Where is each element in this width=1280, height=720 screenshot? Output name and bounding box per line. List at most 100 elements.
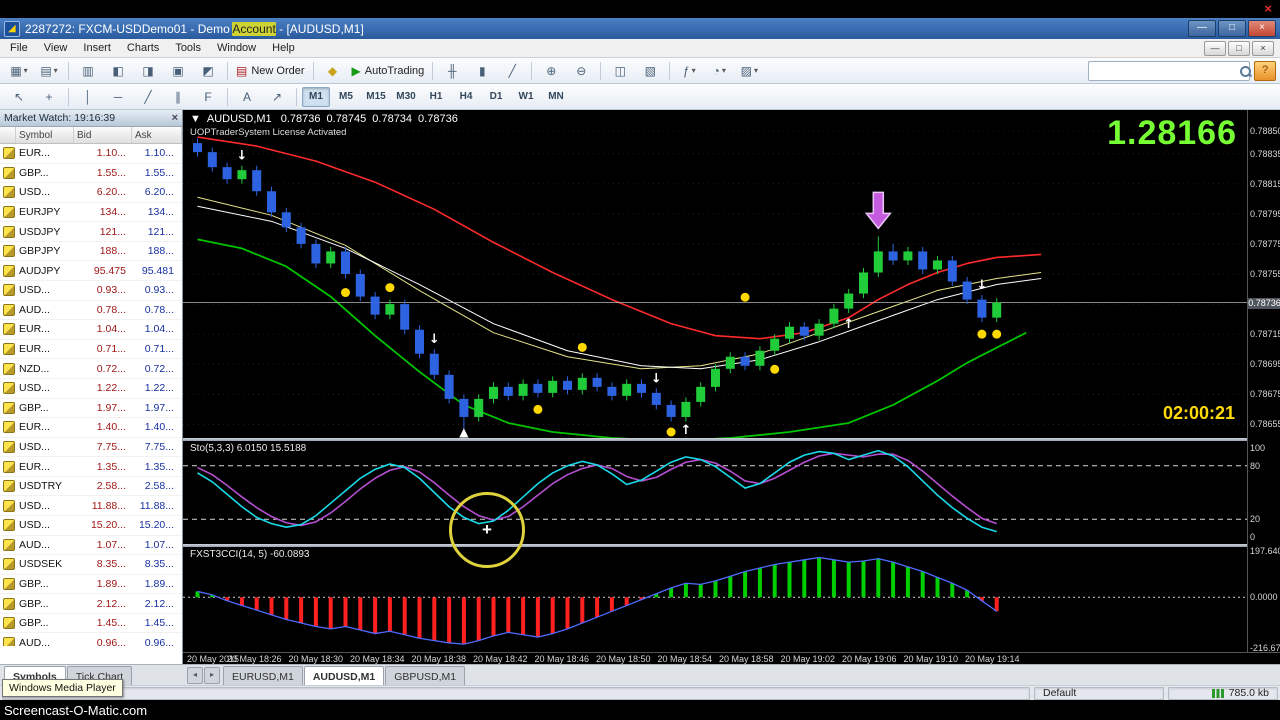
timeframe-w1[interactable]: W1 — [512, 87, 540, 107]
menu-window[interactable]: Window — [209, 40, 264, 56]
cascade-windows-button[interactable]: ▧ — [636, 60, 664, 82]
zoom-in-button[interactable]: ⊕ — [537, 60, 565, 82]
table-row[interactable]: GBP... 1.89... 1.89... — [0, 575, 182, 595]
timeframe-m1[interactable]: M1 — [302, 86, 330, 107]
time-axis-label: 20 May 18:30 — [288, 654, 344, 664]
table-row[interactable]: AUD... 0.96... 0.96... — [0, 633, 182, 646]
status-profile-segment[interactable]: Default — [1034, 686, 1164, 700]
timeframe-d1[interactable]: D1 — [482, 87, 510, 107]
child-minimize-button[interactable]: — — [1204, 40, 1226, 56]
timeframe-m30[interactable]: M30 — [392, 87, 420, 107]
time-axis[interactable]: 20 May 2015 20 May 18:26 20 May 18:30 20 Ma… — [183, 652, 1280, 664]
table-row[interactable]: USD... 0.93... 0.93... — [0, 281, 182, 301]
table-row[interactable]: EUR... 1.35... 1.35... — [0, 457, 182, 477]
menu-help[interactable]: Help — [264, 40, 303, 56]
crosshair-button[interactable]: + — [35, 86, 63, 108]
timeframe-h1[interactable]: H1 — [422, 87, 450, 107]
table-row[interactable]: USDTRY 2.58... 2.58... — [0, 477, 182, 497]
menu-view[interactable]: View — [36, 40, 76, 56]
table-row[interactable]: EURJPY 134... 134... — [0, 203, 182, 223]
table-row[interactable]: NZD... 0.72... 0.72... — [0, 359, 182, 379]
symbol-caret-icon[interactable]: ▼ — [190, 113, 201, 125]
menu-insert[interactable]: Insert — [75, 40, 119, 56]
navigator-button[interactable]: ◨ — [134, 60, 162, 82]
channel-tool-button[interactable]: ∥ — [164, 86, 192, 108]
table-row[interactable]: USDSEK 8.35... 8.35... — [0, 555, 182, 575]
table-row[interactable]: AUD... 0.78... 0.78... — [0, 301, 182, 321]
market-watch-toggle-button[interactable]: ▥ — [74, 60, 102, 82]
text-tool-button[interactable]: A — [233, 86, 261, 108]
table-row[interactable]: EUR... 1.10... 1.10... — [0, 144, 182, 164]
main-chart-pane[interactable]: ↓ ↓ ▲ ↓ ↑ ↑ ↓ ▼ AUDUSD,M1 0.78736 0.78745 0.78734… — [183, 110, 1247, 438]
zoom-out-button[interactable]: ⊖ — [567, 60, 595, 82]
close-button[interactable]: × — [1248, 20, 1276, 37]
cci-pane[interactable]: FXST3CCI(14, 5) -60.0893 — [183, 547, 1247, 652]
tile-windows-button[interactable]: ◫ — [606, 60, 634, 82]
table-row[interactable]: GBP... 1.55... 1.55... — [0, 164, 182, 184]
indicators-button[interactable]: ƒ ▾ — [675, 60, 703, 82]
trendline-tool-icon: ╱ — [144, 89, 152, 104]
autotrading-button[interactable]: ▶ AutoTrading — [349, 60, 428, 82]
timeframe-m5[interactable]: M5 — [332, 87, 360, 107]
trendline-tool-button[interactable]: ╱ — [134, 86, 162, 108]
fibonacci-tool-button[interactable]: F — [194, 86, 222, 108]
menu-tools[interactable]: Tools — [167, 40, 209, 56]
new-order-button[interactable]: ▤ New Order — [233, 60, 308, 82]
new-chart-button[interactable]: ▦ ▾ — [5, 60, 33, 82]
timeframe-mn[interactable]: MN — [542, 87, 570, 107]
search-icon[interactable] — [1239, 65, 1251, 78]
table-row[interactable]: AUDJPY 95.475 95.481 — [0, 261, 182, 282]
table-row[interactable]: GBP... 1.97... 1.97... — [0, 399, 182, 419]
search-input[interactable] — [1089, 64, 1239, 78]
chart-candles-button[interactable]: ▮ — [468, 60, 496, 82]
timeframe-m15[interactable]: M15 — [362, 87, 390, 107]
table-row[interactable]: AUD... 1.07... 1.07... — [0, 536, 182, 556]
ask-cell: 11.88... — [139, 499, 174, 512]
ask-cell: 95.481 — [141, 264, 174, 277]
table-row[interactable]: USD... 6.20... 6.20... — [0, 183, 182, 203]
tab-scroll-left[interactable]: ◂ — [187, 667, 203, 684]
menu-file[interactable]: File — [2, 40, 36, 56]
terminal-button[interactable]: ▣ — [164, 60, 192, 82]
cursor-button[interactable]: ↖ — [5, 86, 33, 108]
profiles-button[interactable]: ▤ ▾ — [35, 60, 63, 82]
periods-button[interactable]: ◔ ▾ — [705, 60, 733, 82]
chart-tab-gbpusd-m1[interactable]: GBPUSD,M1 — [385, 666, 466, 685]
timeframe-h4[interactable]: H4 — [452, 87, 480, 107]
vertical-line-tool-button[interactable]: │ — [74, 86, 102, 108]
stochastic-pane[interactable]: Sto(5,3,3) 6.0150 15.5188 — [183, 441, 1247, 544]
price-axis[interactable]: 0.78850 0.78835 0.78815 0.78795 0.78775 0.787… — [1247, 110, 1280, 664]
metaeditor-button[interactable]: ◆ — [319, 60, 347, 82]
table-row[interactable]: USD... 11.88... 11.88... — [0, 496, 182, 516]
data-window-button[interactable]: ◧ — [104, 60, 132, 82]
arrows-tool-button[interactable]: ↗ — [263, 86, 291, 108]
horizontal-line-tool-button[interactable]: ─ — [104, 86, 132, 108]
table-row[interactable]: EUR... 1.04... 1.04... — [0, 320, 182, 340]
symbol-icon — [3, 421, 15, 434]
strategy-tester-button[interactable]: ◩ — [194, 60, 222, 82]
table-row[interactable]: USD... 7.75... 7.75... — [0, 438, 182, 458]
chart-line-button[interactable]: ╱ — [498, 60, 526, 82]
table-row[interactable]: USDJPY 121... 121... — [0, 222, 182, 242]
minimize-button[interactable]: — — [1188, 20, 1216, 37]
chart-tab-audusd-m1[interactable]: AUDUSD,M1 — [303, 666, 385, 685]
table-row[interactable]: USD... 1.22... 1.22... — [0, 379, 182, 399]
recorder-close-icon[interactable]: × — [1264, 1, 1272, 16]
menu-charts[interactable]: Charts — [119, 40, 167, 56]
chart-bars-button[interactable]: ╫ — [438, 60, 466, 82]
market-watch-rows: EUR... 1.10... 1.10... GBP... 1.55... 1.55...… — [0, 144, 182, 646]
table-row[interactable]: GBPJPY 188... 188... — [0, 242, 182, 262]
table-row[interactable]: EUR... 0.71... 0.71... — [0, 340, 182, 360]
tab-scroll-right[interactable]: ▸ — [204, 667, 220, 684]
maximize-button[interactable]: □ — [1218, 20, 1246, 37]
table-row[interactable]: EUR... 1.40... 1.40... — [0, 418, 182, 438]
table-row[interactable]: USD... 15.20... 15.20... — [0, 516, 182, 536]
templates-button[interactable]: ▨ ▾ — [735, 60, 763, 82]
quick-help-button[interactable]: ? — [1254, 61, 1276, 81]
market-watch-close-icon[interactable]: × — [172, 112, 178, 124]
child-close-button[interactable]: × — [1252, 40, 1274, 56]
table-row[interactable]: GBP... 2.12... 2.12... — [0, 594, 182, 614]
table-row[interactable]: GBP... 1.45... 1.45... — [0, 614, 182, 634]
chart-tab-eurusd-m1[interactable]: EURUSD,M1 — [223, 666, 303, 685]
child-restore-button[interactable]: □ — [1228, 40, 1250, 56]
